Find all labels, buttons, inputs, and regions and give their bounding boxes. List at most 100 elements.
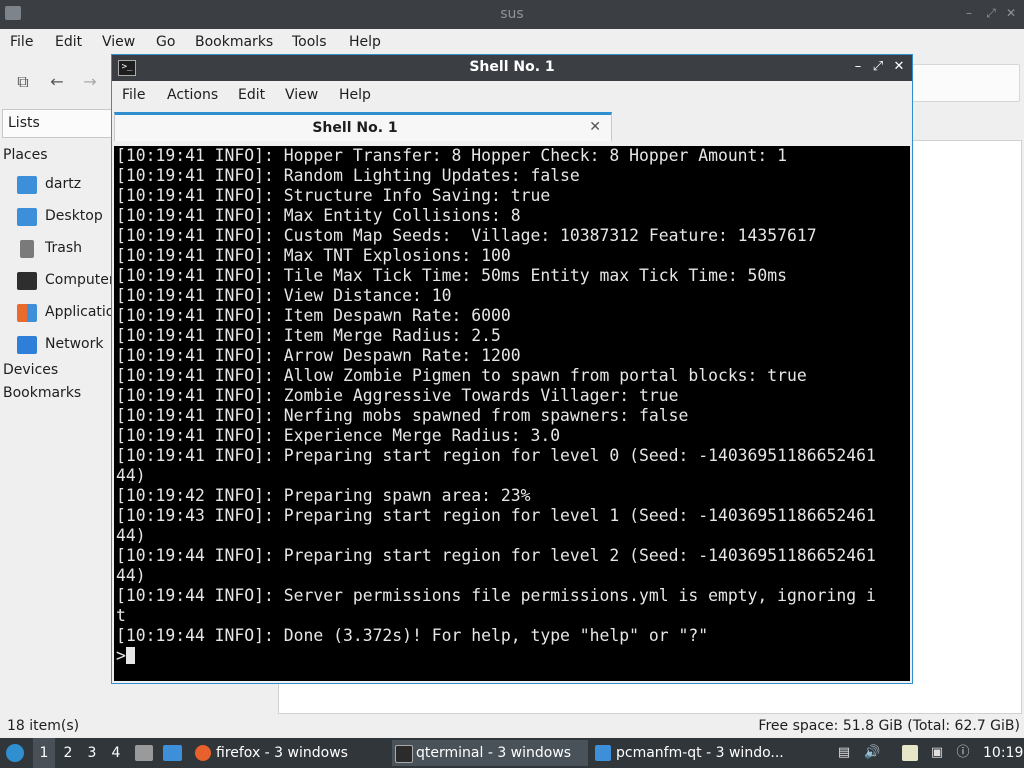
menu-file[interactable]: File (10, 34, 33, 50)
terminal-line: t (116, 606, 126, 625)
desktop-folder-icon (17, 208, 37, 226)
sidebar-item-computer[interactable]: Computer (17, 270, 117, 292)
clipboard-icon[interactable] (902, 745, 918, 761)
terminal-line: [10:19:41 INFO]: View Distance: 10 (116, 286, 452, 305)
firefox-icon (195, 745, 211, 761)
trash-icon (20, 240, 34, 258)
sidebar-item-dartz[interactable]: dartz (17, 174, 117, 196)
minimize-icon[interactable]: – (962, 6, 976, 20)
task-label: qterminal - 3 windows (416, 745, 572, 761)
terminal-line: [10:19:41 INFO]: Item Merge Radius: 2.5 (116, 326, 501, 345)
terminal-line: [10:19:41 INFO]: Hopper Transfer: 8 Hopp… (116, 146, 788, 165)
workspace-1[interactable]: 1 (33, 738, 55, 768)
menu-help[interactable]: Help (339, 87, 371, 103)
terminal-line: [10:19:42 INFO]: Preparing spawn area: 2… (116, 486, 531, 505)
terminal-line: [10:19:41 INFO]: Nerfing mobs spawned fr… (116, 406, 689, 425)
menu-go[interactable]: Go (156, 34, 175, 50)
file-manager-titlebar[interactable]: sus – ⤢ ✕ (0, 0, 1024, 29)
places-heading: Places (3, 147, 48, 163)
sidebar-item-label: Trash (45, 240, 82, 256)
menu-view[interactable]: View (285, 87, 318, 103)
terminal-output[interactable]: [10:19:41 INFO]: Hopper Transfer: 8 Hopp… (114, 146, 910, 681)
back-arrow-icon[interactable]: ← (47, 72, 67, 92)
menu-bookmarks[interactable]: Bookmarks (195, 34, 273, 50)
side-pane-mode-select[interactable]: Lists (2, 109, 114, 138)
task-qterminal[interactable]: qterminal - 3 windows (392, 740, 588, 766)
file-manager-menubar: File Edit View Go Bookmarks Tools Help (0, 29, 1024, 56)
terminal-line: [10:19:41 INFO]: Experience Merge Radius… (116, 426, 561, 445)
terminal-lines: [10:19:41 INFO]: Hopper Transfer: 8 Hopp… (114, 146, 910, 646)
close-icon[interactable]: ✕ (1004, 6, 1018, 20)
tab-shell-1[interactable]: Shell No. 1 ✕ (114, 112, 612, 141)
forward-arrow-icon[interactable]: → (80, 72, 100, 92)
sidebar-item-label: Computer (45, 272, 115, 288)
tab-close-icon[interactable]: ✕ (589, 119, 601, 135)
terminal-line: [10:19:44 INFO]: Preparing start region … (116, 546, 876, 565)
terminal-prompt-line[interactable]: > (114, 646, 910, 666)
devices-heading: Devices (3, 362, 59, 378)
notification-icon[interactable]: ⓘ (955, 745, 971, 761)
workspace-3[interactable]: 3 (81, 738, 103, 768)
text-cursor (125, 647, 135, 664)
quicklaunch-desktop-icon[interactable] (163, 745, 182, 761)
terminal-line: [10:19:41 INFO]: Max TNT Explosions: 100 (116, 246, 511, 265)
keyboard-layout-icon[interactable]: ▤ (836, 745, 852, 761)
menu-edit[interactable]: Edit (55, 34, 82, 50)
menu-actions[interactable]: Actions (167, 87, 218, 103)
maximize-icon[interactable]: ⤢ (870, 59, 886, 75)
network-wired-icon[interactable]: ▣ (929, 745, 945, 761)
terminal-window: >_ Shell No. 1 – ⤢ ✕ File Actions Edit V… (111, 54, 913, 684)
terminal-icon (395, 745, 413, 763)
menu-edit[interactable]: Edit (238, 87, 265, 103)
terminal-line: [10:19:41 INFO]: Arrow Despawn Rate: 120… (116, 346, 521, 365)
home-folder-icon (17, 176, 37, 194)
network-icon (17, 336, 37, 354)
maximize-icon[interactable]: ⤢ (984, 6, 998, 20)
terminal-line: [10:19:41 INFO]: Zombie Aggressive Towar… (116, 386, 679, 405)
terminal-line: [10:19:41 INFO]: Max Entity Collisions: … (116, 206, 521, 225)
folder-icon (595, 745, 611, 761)
sidebar-item-trash[interactable]: Trash (17, 238, 117, 260)
terminal-line: [10:19:41 INFO]: Custom Map Seeds: Villa… (116, 226, 817, 245)
computer-icon (17, 272, 37, 290)
minimize-icon[interactable]: – (850, 59, 866, 75)
terminal-line: [10:19:41 INFO]: Structure Info Saving: … (116, 186, 551, 205)
task-label: firefox - 3 windows (216, 745, 348, 761)
terminal-line: [10:19:41 INFO]: Random Lighting Updates… (116, 166, 580, 185)
terminal-line: [10:19:41 INFO]: Item Despawn Rate: 6000 (116, 306, 511, 325)
sidebar-item-label: Network (45, 336, 104, 352)
sidebar-item-label: dartz (45, 176, 82, 192)
close-icon[interactable]: ✕ (891, 59, 907, 75)
prompt-symbol: > (116, 646, 126, 665)
sidebar-item-label: Desktop (45, 208, 103, 224)
terminal-line: 44) (116, 466, 146, 485)
terminal-line: [10:19:44 INFO]: Done (3.372s)! For help… (116, 626, 709, 645)
sidebar-item-desktop[interactable]: Desktop (17, 206, 117, 228)
volume-icon[interactable]: 🔊 (864, 745, 880, 761)
workspace-4[interactable]: 4 (105, 738, 127, 768)
clock[interactable]: 10:19 (983, 738, 1023, 768)
item-count-status: 18 item(s) (7, 718, 80, 734)
terminal-titlebar[interactable]: >_ Shell No. 1 – ⤢ ✕ (112, 55, 912, 81)
terminal-line: [10:19:41 INFO]: Tile Max Tick Time: 50m… (116, 266, 788, 285)
task-pcmanfm[interactable]: pcmanfm-qt - 3 windo... (592, 740, 792, 766)
start-menu-icon[interactable] (6, 744, 24, 762)
quicklaunch-files-icon[interactable] (135, 745, 153, 761)
menu-tools[interactable]: Tools (292, 34, 327, 50)
terminal-line: [10:19:41 INFO]: Preparing start region … (116, 446, 876, 465)
applications-icon (17, 304, 37, 322)
new-window-icon[interactable]: ⧉ (13, 72, 33, 92)
tab-label: Shell No. 1 (312, 120, 398, 136)
taskbar: 1 2 3 4 firefox - 3 windows qterminal - … (0, 738, 1024, 768)
sidebar-item-network[interactable]: Network (17, 334, 117, 356)
workspace-2[interactable]: 2 (57, 738, 79, 768)
side-pane-mode-label: Lists (8, 115, 40, 131)
sidebar-item-applications[interactable]: Applications (17, 302, 131, 324)
bookmarks-heading: Bookmarks (3, 385, 82, 401)
terminal-line: 44) (116, 526, 146, 545)
task-firefox[interactable]: firefox - 3 windows (192, 740, 388, 766)
menu-help[interactable]: Help (349, 34, 381, 50)
free-space-status: Free space: 51.8 GiB (Total: 62.7 GiB) (758, 718, 1020, 734)
menu-view[interactable]: View (102, 34, 135, 50)
menu-file[interactable]: File (122, 87, 145, 103)
